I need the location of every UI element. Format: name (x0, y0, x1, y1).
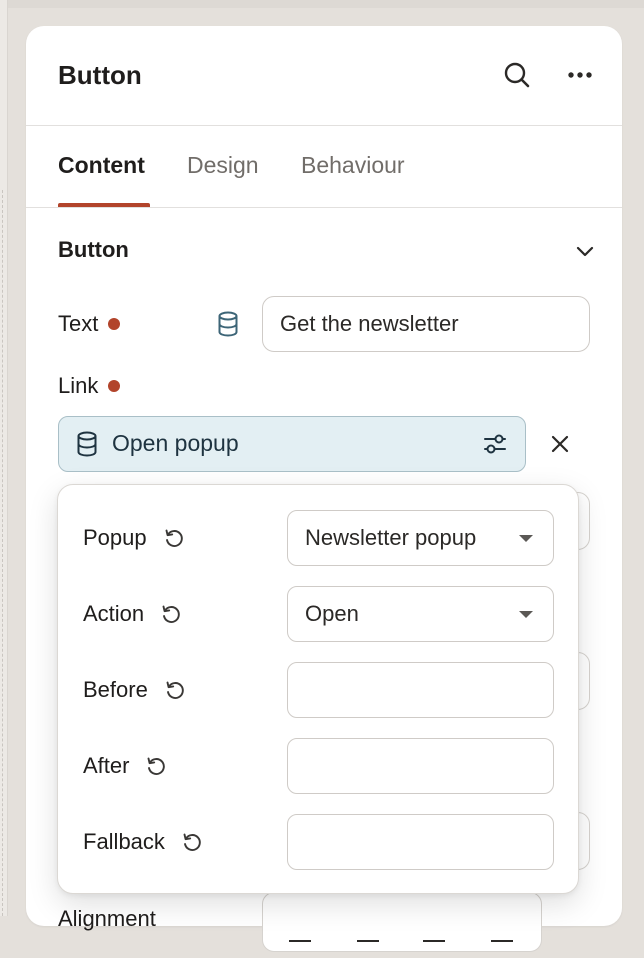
link-settings-popover: Popup Newsletter popup Action Open Befor… (57, 484, 579, 894)
before-input[interactable] (287, 662, 554, 718)
database-icon[interactable] (210, 306, 246, 342)
reset-icon[interactable] (181, 831, 203, 853)
before-label: Before (83, 677, 148, 702)
required-indicator (108, 380, 121, 392)
text-label: Text (58, 311, 99, 336)
tab-content[interactable]: Content (58, 152, 145, 179)
caret-down-icon (519, 611, 533, 618)
before-row-label: Before (83, 677, 186, 703)
popup-select-value: Newsletter popup (305, 525, 477, 550)
panel-header: Button (26, 26, 622, 126)
link-value-chip[interactable]: Open popup (58, 416, 526, 472)
after-input[interactable] (287, 738, 554, 794)
required-indicator (108, 318, 121, 330)
tab-bar: Content Design Behaviour (26, 126, 622, 208)
alignment-segmented-control[interactable] (262, 892, 542, 952)
alignment-label: Alignment (58, 906, 156, 931)
chevron-down-icon[interactable] (567, 233, 603, 269)
active-tab-indicator (58, 203, 150, 207)
caret-down-icon (519, 535, 533, 542)
section-title: Button (58, 237, 129, 262)
reset-icon[interactable] (160, 603, 182, 625)
close-icon[interactable] (542, 426, 578, 462)
link-label: Link (58, 373, 99, 398)
more-horizontal-icon[interactable] (562, 57, 598, 93)
link-value-label: Open popup (112, 430, 239, 456)
tab-behaviour[interactable]: Behaviour (301, 152, 405, 179)
reset-icon[interactable] (164, 679, 186, 701)
sliders-icon[interactable] (483, 432, 507, 461)
action-select[interactable]: Open (287, 586, 554, 642)
panel-title: Button (58, 60, 142, 90)
popup-row-label: Popup (83, 525, 185, 551)
tab-design[interactable]: Design (187, 152, 259, 179)
canvas-top-strip (0, 0, 644, 8)
fallback-label: Fallback (83, 829, 165, 854)
fallback-row-label: Fallback (83, 829, 203, 855)
reset-icon[interactable] (163, 527, 185, 549)
text-input[interactable]: Get the newsletter (262, 296, 590, 352)
after-row-label: After (83, 753, 167, 779)
action-row-label: Action (83, 601, 182, 627)
after-label: After (83, 753, 130, 778)
canvas-guide-line (2, 190, 3, 916)
text-field-label: Text (58, 311, 121, 337)
link-field-label: Link (58, 373, 121, 399)
popup-label: Popup (83, 525, 147, 550)
popup-select[interactable]: Newsletter popup (287, 510, 554, 566)
action-label: Action (83, 601, 145, 626)
database-icon (76, 431, 98, 462)
search-icon[interactable] (499, 57, 535, 93)
fallback-input[interactable] (287, 814, 554, 870)
reset-icon[interactable] (145, 755, 167, 777)
properties-panel: Button Content Design Behaviour Button T… (26, 26, 622, 952)
action-select-value: Open (305, 601, 359, 626)
